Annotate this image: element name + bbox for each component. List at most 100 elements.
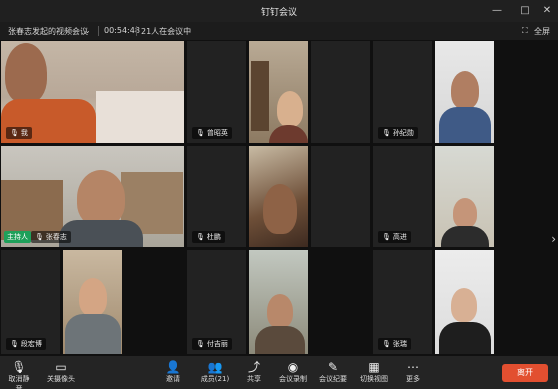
invite-label: 邀请 (166, 375, 180, 383)
bookshelf (251, 61, 269, 131)
record-button[interactable]: ◉ 会议录制 (278, 360, 308, 384)
minutes-button[interactable]: ✎ 会议纪要 (318, 360, 348, 384)
video-tile[interactable]: 🎙 孙纪勋 (373, 41, 432, 143)
participant-video (311, 41, 370, 143)
participant-label: 🎙 张春志 (31, 231, 71, 243)
meeting-toolbar: 🎙 取消静音 ▭ 关摄像头 👤 邀请 👥 成员(21) ⤴ 共享 ◉ 会议录制 … (0, 356, 558, 389)
participant-label: 🎙 高进 (378, 231, 411, 243)
more-button[interactable]: ⋯ 更多 (402, 360, 424, 384)
participant-face (453, 198, 477, 228)
mic-muted-icon: 🎙 (382, 129, 391, 137)
participant-face (263, 184, 297, 234)
video-tile[interactable] (311, 146, 370, 247)
invite-button[interactable]: 👤 邀请 (162, 360, 184, 384)
video-tile[interactable] (249, 41, 308, 143)
members-button[interactable]: 👥 成员(21) (198, 360, 232, 384)
video-tile[interactable]: 主持人 🎙 张春志 (1, 146, 184, 247)
mute-button[interactable]: 🎙 取消静音 (6, 360, 32, 389)
mic-muted-icon: 🎙 (196, 233, 205, 241)
participant-name: 张春志 (45, 233, 67, 241)
video-tile[interactable]: 🎙 我 (1, 41, 184, 143)
bed-blanket (96, 91, 184, 143)
more-icon: ⋯ (407, 360, 419, 374)
pen-icon: ✎ (327, 360, 339, 374)
minutes-label: 会议纪要 (319, 375, 347, 383)
participant-shirt (65, 314, 121, 354)
participant-shirt (439, 107, 491, 143)
mic-muted-icon: 🎙 (11, 360, 27, 374)
video-tile[interactable] (435, 250, 494, 354)
participant-label: 🎙 张瑞 (378, 338, 411, 350)
participant-face (79, 278, 107, 316)
mic-muted-icon: 🎙 (196, 340, 205, 348)
participant-label: 🎙 段宏博 (6, 338, 46, 350)
meeting-name[interactable]: 张春志发起的视频会议 (8, 26, 88, 37)
video-tile[interactable] (435, 146, 494, 247)
video-tile[interactable]: 🎙 段宏博 (1, 250, 60, 354)
camera-label: 关摄像头 (47, 375, 75, 383)
members-label: 成员(21) (200, 375, 230, 383)
camera-icon: ▭ (55, 360, 67, 374)
mic-muted-icon: 🎙 (10, 340, 19, 348)
share-button[interactable]: ⤴ 共享 (243, 360, 265, 384)
divider (98, 26, 99, 36)
participant-label: 🎙 曾昭英 (192, 127, 232, 139)
participant-shirt (255, 326, 305, 354)
video-tile[interactable]: 🎙 曾昭英 (187, 41, 246, 143)
attendee-count: 21人在会议中 (141, 27, 192, 36)
participant-name: 张瑞 (392, 340, 407, 348)
leave-button[interactable]: 离开 (502, 364, 548, 382)
participant-face (277, 91, 303, 127)
video-tile[interactable]: 🎙 高进 (373, 146, 432, 247)
maximize-button[interactable]: □ (514, 3, 536, 19)
grid-view-icon: ▦ (368, 360, 380, 374)
mic-muted-icon: 🎙 (196, 129, 205, 137)
participant-name: 曾昭英 (206, 129, 228, 137)
video-tile[interactable] (249, 146, 308, 247)
switch-view-button[interactable]: ▦ 切换视图 (359, 360, 389, 384)
participant-shirt (441, 226, 489, 247)
participant-name: 杜鹏 (206, 233, 221, 241)
more-label: 更多 (406, 375, 420, 383)
participant-name: 我 (20, 129, 28, 137)
participant-label: 🎙 付吉丽 (192, 338, 232, 350)
host-badge: 主持人 (4, 231, 31, 243)
participant-label: 🎙 孙纪勋 (378, 127, 418, 139)
share-screen-icon: ⤴ (247, 360, 260, 374)
participant-shirt (59, 220, 143, 247)
participant-face (77, 170, 125, 226)
video-tile[interactable] (435, 41, 494, 143)
record-icon: ◉ (287, 360, 299, 374)
window-title: 钉钉会议 (260, 8, 297, 18)
video-tile[interactable] (63, 250, 122, 354)
switch-view-label: 切换视图 (360, 375, 388, 383)
mic-icon: 🎙 (382, 233, 391, 241)
participant-name: 段宏博 (20, 340, 42, 348)
chevron-down-icon[interactable]: ⌄ (84, 26, 91, 35)
close-button[interactable]: ✕ (536, 3, 558, 19)
fullscreen-icon[interactable]: ⛶ (522, 26, 528, 36)
record-label: 会议录制 (279, 375, 307, 383)
video-tile[interactable]: 🎙 杜鹏 (187, 146, 246, 247)
camera-button[interactable]: ▭ 关摄像头 (46, 360, 76, 384)
mic-icon: 🎙 (35, 233, 44, 241)
participant-face (451, 71, 479, 109)
window-titlebar: 钉钉会议 — □ ✕ (0, 0, 558, 22)
participant-label: 🎙 杜鹏 (192, 231, 225, 243)
next-page-arrow-icon[interactable]: › (551, 232, 556, 246)
participant-face (267, 294, 293, 328)
participant-shirt (439, 322, 491, 354)
mic-muted-icon: 🎙 (10, 129, 19, 137)
video-tile[interactable] (311, 41, 370, 143)
participant-video (311, 146, 370, 247)
divider (136, 26, 137, 36)
participant-label: 🎙 我 (6, 127, 32, 139)
video-tile[interactable] (249, 250, 308, 354)
participant-face (451, 288, 477, 322)
members-icon: 👥 (207, 360, 223, 374)
video-tile[interactable]: 🎙 付吉丽 (187, 250, 246, 354)
video-tile[interactable]: 🎙 张瑞 (373, 250, 432, 354)
minimize-button[interactable]: — (486, 3, 508, 19)
meeting-info-bar: 张春志发起的视频会议 ⌄ 00:54:48 21人在会议中 ⛶ 全屏 (0, 22, 558, 40)
fullscreen-label[interactable]: 全屏 (534, 26, 550, 37)
